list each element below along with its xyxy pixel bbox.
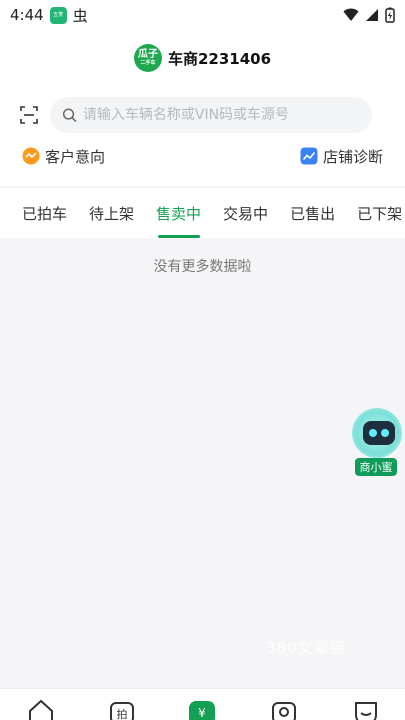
status-time: 4:44	[10, 6, 44, 24]
search-row	[20, 96, 372, 134]
search-box[interactable]	[50, 97, 372, 133]
debug-icon: 虫	[72, 6, 88, 25]
store-diagnosis-icon	[300, 147, 318, 165]
app-badge-icon: 五菱	[49, 6, 67, 24]
tab-photographed[interactable]: 已拍车	[0, 188, 78, 238]
customer-intent-link[interactable]: 客户意向	[22, 146, 105, 167]
tab-in-transaction[interactable]: 交易中	[212, 188, 279, 238]
guazi-logo: 瓜子 二手车	[133, 44, 162, 72]
customer-icon[interactable]	[270, 697, 298, 720]
bottom-nav: 拍 ¥	[0, 688, 405, 720]
wifi-icon	[343, 8, 359, 21]
store-diagnosis-label: 店铺诊断	[322, 147, 383, 166]
tab-delisted[interactable]: 已下架	[346, 188, 405, 238]
dealer-name: 车商2231406	[167, 49, 272, 68]
tab-sold[interactable]: 已售出	[279, 188, 346, 238]
sell-icon[interactable]: ¥	[188, 697, 216, 720]
robot-icon	[352, 408, 402, 458]
customer-intent-icon	[22, 147, 40, 165]
battery-icon	[385, 7, 395, 23]
assistant-button[interactable]: 商小蜜	[350, 408, 402, 478]
home-icon[interactable]	[27, 697, 55, 720]
signal-icon	[366, 9, 378, 21]
empty-state-message: 没有更多数据啦	[153, 259, 252, 275]
assistant-label: 商小蜜	[355, 458, 397, 476]
search-icon	[62, 108, 77, 123]
quick-links: 客户意向 店铺诊断	[22, 144, 383, 168]
scan-icon[interactable]	[20, 106, 38, 124]
tab-pending-listing[interactable]: 待上架	[78, 188, 145, 238]
status-tabs: 已拍车 待上架 售卖中 交易中 已售出 已下架	[0, 188, 405, 238]
search-input[interactable]	[82, 107, 360, 123]
photo-car-icon[interactable]: 拍	[108, 697, 136, 720]
top-panel: 4:44 五菱 虫 瓜子 二手车 车商2231406 请输入车辆名称或VIN码或…	[0, 0, 405, 186]
dealer-header: 瓜子 二手车 车商2231406	[0, 42, 405, 74]
svg-text:¥: ¥	[198, 706, 206, 720]
svg-text:拍: 拍	[117, 707, 128, 720]
store-diagnosis-link[interactable]: 店铺诊断	[300, 146, 383, 167]
profile-icon[interactable]	[352, 697, 380, 720]
tab-on-sale[interactable]: 售卖中	[145, 188, 212, 238]
customer-intent-label: 客户意向	[45, 147, 106, 166]
watermark: 380文章圈	[266, 639, 346, 657]
status-bar: 4:44 五菱 虫	[0, 0, 405, 30]
